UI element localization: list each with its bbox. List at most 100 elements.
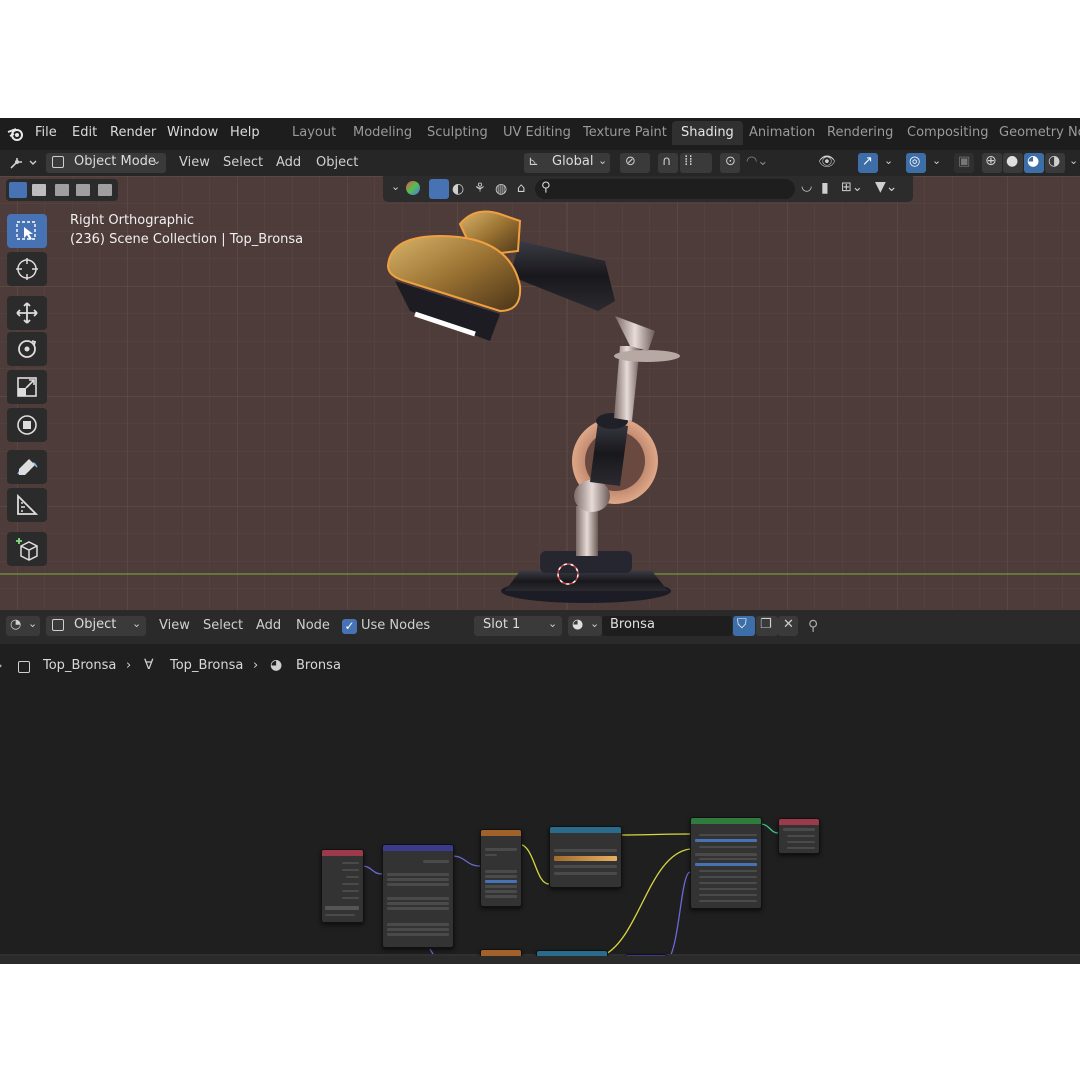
node-field: [699, 876, 757, 878]
bookmark-icon[interactable]: ▮: [821, 180, 829, 196]
filter-icon[interactable]: ▼⌄: [875, 179, 898, 195]
annotate-tool[interactable]: [7, 450, 47, 484]
menu-view[interactable]: View: [179, 155, 210, 170]
overlays-toggle[interactable]: ◎: [906, 153, 926, 173]
search-icon: ⚲: [541, 180, 551, 195]
move-tool[interactable]: [7, 296, 47, 330]
node-material-output[interactable]: [778, 818, 820, 854]
duplicate-material-button[interactable]: ❐: [756, 616, 778, 636]
chevron-down-icon: ⌄: [590, 617, 600, 630]
tab-layout[interactable]: Layout: [283, 121, 345, 145]
close-icon: ✕: [783, 617, 794, 632]
color-picker-icon[interactable]: [406, 181, 420, 195]
shading-wireframe[interactable]: ⊕: [982, 153, 1002, 173]
select-subtract-icon[interactable]: [55, 184, 69, 196]
cursor-tool[interactable]: [7, 252, 47, 286]
search-input[interactable]: ⚲: [535, 179, 795, 199]
node-editor-type-dropdown[interactable]: ◔ ⌄: [6, 616, 40, 636]
shield-icon: ⛉: [737, 617, 747, 632]
slot-dropdown[interactable]: Slot 1 ⌄: [474, 616, 562, 636]
hierarchy-icon[interactable]: ⊞⌄: [841, 180, 863, 195]
snap-target-button[interactable]: ⁞⁞: [680, 153, 712, 173]
pin-icon[interactable]: ⚲: [808, 618, 818, 634]
node-ramp-controls: [554, 849, 617, 852]
falloff-icon[interactable]: ◠⌄: [746, 154, 768, 169]
blender-logo-icon[interactable]: [7, 125, 25, 147]
measure-tool[interactable]: [7, 488, 47, 522]
gizmo-toggle[interactable]: ↗: [858, 153, 878, 173]
shader-filter-icon[interactable]: ◐: [452, 181, 464, 197]
tab-uv-editing[interactable]: UV Editing: [494, 121, 580, 145]
node-field: [699, 882, 757, 884]
tab-compositing[interactable]: Compositing: [898, 121, 998, 145]
node-ramp-color: [554, 872, 617, 875]
chevron-down-icon[interactable]: ⌄: [932, 154, 941, 167]
3d-viewport[interactable]: ⌄ ◐ ⚘ ◍ ⌂ ⚲ ◡ ▮ ⊞⌄ ▼⌄ Right Orthographic…: [0, 176, 1080, 610]
tab-texture-paint[interactable]: Texture Paint: [574, 121, 676, 145]
proportional-edit-toggle[interactable]: ⊙: [720, 153, 740, 173]
menu-object[interactable]: Object: [316, 155, 358, 170]
orientation-icon: ⊾: [528, 154, 539, 169]
node-editor[interactable]: › Top_Bronsa › ∀ Top_Bronsa › ◕ Bronsa: [0, 644, 1080, 964]
select-extend-icon[interactable]: [32, 184, 46, 196]
visibility-eye-icon[interactable]: 👁: [818, 154, 836, 170]
node-noise-texture-1[interactable]: [480, 829, 522, 907]
select-invert-icon[interactable]: [76, 184, 90, 196]
menu-select[interactable]: Select: [223, 155, 263, 170]
add-cube-tool[interactable]: [7, 532, 47, 566]
shading-material-preview[interactable]: ◕: [1024, 153, 1044, 173]
node-field: [485, 880, 517, 883]
menu-edit[interactable]: Edit: [72, 125, 97, 140]
mode-dropdown[interactable]: Object Mode ⌄: [46, 153, 166, 173]
tab-animation[interactable]: Animation: [740, 121, 824, 145]
orientation-label: Global: [552, 154, 594, 169]
chevron-down-icon[interactable]: ⌄: [1069, 154, 1078, 167]
fake-user-toggle[interactable]: ⛉: [733, 616, 755, 636]
menu-render[interactable]: Render: [110, 125, 156, 140]
node-color-ramp-1[interactable]: [549, 826, 622, 888]
snap-toggle[interactable]: ∩: [658, 153, 678, 173]
snap-grid-icon: ⁞⁞: [684, 153, 693, 169]
sort-icon[interactable]: ◡: [801, 179, 812, 194]
material-browse-button[interactable]: ◕ ⌄: [568, 616, 602, 636]
node-menu-view[interactable]: View: [159, 618, 190, 633]
node-menu-add[interactable]: Add: [256, 618, 281, 633]
shader-type-dropdown[interactable]: Object ⌄: [46, 616, 146, 636]
light-filter-icon[interactable]: ⚘: [474, 181, 486, 196]
tab-rendering[interactable]: Rendering: [818, 121, 902, 145]
material-name-field[interactable]: Bronsa: [602, 616, 732, 636]
menu-file[interactable]: File: [35, 125, 57, 140]
node-menu-select[interactable]: Select: [203, 618, 243, 633]
filter-selected-button[interactable]: [429, 179, 449, 199]
tab-shading[interactable]: Shading: [672, 121, 743, 145]
xray-toggle[interactable]: ▣: [954, 153, 974, 173]
scale-tool[interactable]: [7, 370, 47, 404]
tab-sculpting[interactable]: Sculpting: [418, 121, 497, 145]
select-intersect-icon[interactable]: [98, 184, 112, 196]
world-filter-icon[interactable]: ◍: [495, 181, 507, 197]
tab-modeling[interactable]: Modeling: [344, 121, 421, 145]
select-new-button[interactable]: [9, 182, 27, 198]
node-mapping[interactable]: [382, 844, 454, 948]
node-principled-bsdf[interactable]: [690, 817, 762, 909]
transform-tool[interactable]: [7, 408, 47, 442]
rotate-tool[interactable]: [7, 332, 47, 366]
shading-rendered[interactable]: ◑: [1045, 153, 1065, 173]
node-menu-node[interactable]: Node: [296, 618, 330, 633]
editor-type-icon[interactable]: [8, 154, 40, 176]
chevron-down-icon[interactable]: ⌄: [884, 154, 893, 167]
chevron-down-icon[interactable]: ⌄: [391, 180, 400, 193]
pivot-point-button[interactable]: ⊘: [620, 153, 650, 173]
brush-filter-icon[interactable]: ⌂: [517, 181, 525, 196]
transform-orientation-dropdown[interactable]: ⊾ Global ⌄: [524, 153, 610, 173]
use-nodes-checkbox[interactable]: ✓: [342, 619, 357, 634]
menu-help[interactable]: Help: [230, 125, 260, 140]
menu-add[interactable]: Add: [276, 155, 301, 170]
menu-window[interactable]: Window: [167, 125, 218, 140]
tab-geometry-nodes[interactable]: Geometry Noc: [990, 121, 1080, 145]
shading-solid[interactable]: ●: [1003, 153, 1023, 173]
node-texture-coordinate[interactable]: [321, 849, 364, 923]
select-box-tool[interactable]: [7, 214, 47, 248]
desk-lamp-model[interactable]: [380, 206, 700, 606]
unlink-material-button[interactable]: ✕: [778, 616, 798, 636]
